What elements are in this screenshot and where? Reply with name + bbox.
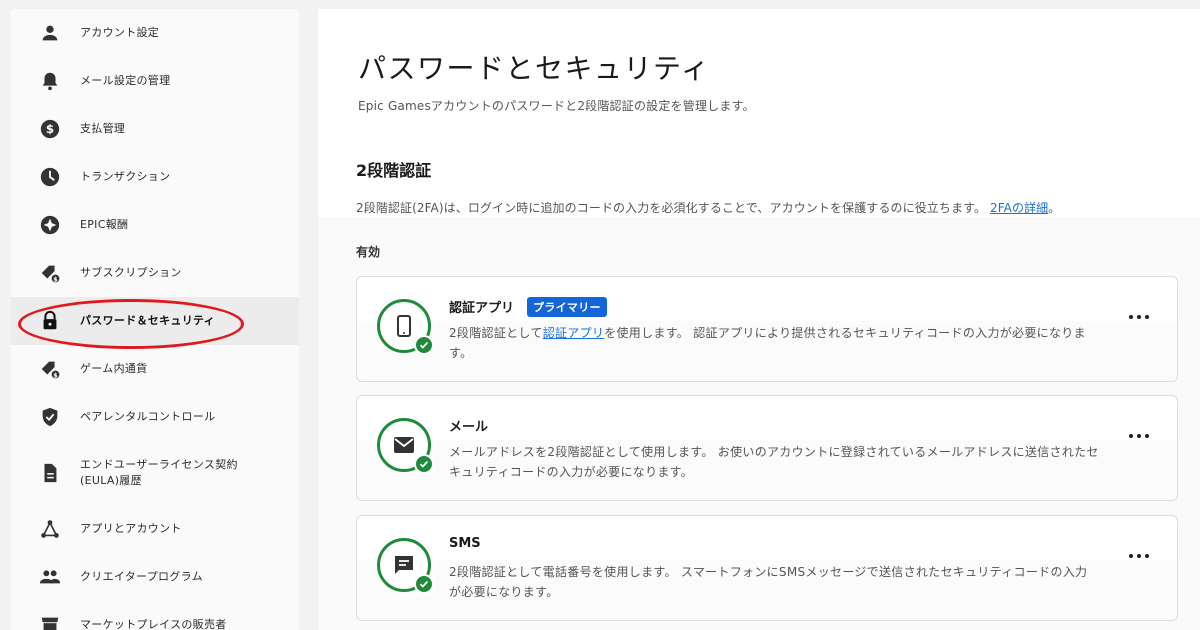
sidebar-item-marketplace-seller[interactable]: マーケットプレイスの販売者 (11, 601, 299, 630)
sidebar-item-apps-accounts[interactable]: アプリとアカウント (11, 505, 299, 553)
sidebar-item-label: EPIC報酬 (80, 218, 129, 231)
section-title-2fa: 2段階認証 (356, 161, 432, 180)
sidebar-item-account-settings[interactable]: アカウント設定 (11, 9, 299, 57)
svg-text:$: $ (53, 275, 58, 283)
sidebar-item-label: アプリとアカウント (80, 522, 182, 535)
card-title: メール (449, 420, 489, 435)
share-icon (39, 518, 61, 540)
lock-icon (39, 310, 61, 332)
sms-card: SMS 2段階認証として電話番号を使用します。 スマートフォンにSMSメッセージ… (356, 515, 1178, 621)
check-icon (414, 335, 434, 355)
check-icon (414, 574, 434, 594)
authenticator-app-card: 認証アプリ プライマリー 2段階認証として認証アプリを使用します。 認証アプリに… (356, 276, 1178, 382)
sidebar-item-subscriptions[interactable]: $ サブスクリプション (11, 249, 299, 297)
dollar-icon: $ (39, 118, 61, 140)
more-options-button[interactable] (1129, 550, 1149, 562)
sidebar-item-label: ペアレンタルコントロール (80, 410, 216, 423)
check-icon (414, 454, 434, 474)
sidebar-item-parental-controls[interactable]: ペアレンタルコントロール (11, 393, 299, 441)
svg-text:$: $ (46, 122, 54, 136)
store-icon (39, 614, 61, 630)
tag-icon: $ (39, 262, 61, 284)
svg-text:$: $ (53, 371, 58, 379)
sidebar-item-in-game-currency[interactable]: $ ゲーム内通貨 (11, 345, 299, 393)
learn-more-2fa-link[interactable]: 2FAの詳細 (990, 201, 1048, 215)
sidebar-item-label: ゲーム内通貨 (80, 362, 148, 375)
primary-badge: プライマリー (527, 297, 607, 317)
main-content: パスワードとセキュリティ Epic Gamesアカウントのパスワードと2段階認証… (318, 9, 1200, 630)
sidebar-item-label: トランザクション (80, 170, 171, 183)
person-icon (39, 22, 61, 44)
more-options-button[interactable] (1129, 311, 1149, 323)
sidebar-item-label: マーケットプレイスの販売者 (80, 618, 227, 630)
more-options-button[interactable] (1129, 430, 1149, 442)
authenticator-app-link[interactable]: 認証アプリ (543, 326, 605, 340)
message-icon (377, 538, 434, 594)
section-description-suffix: 。 (1048, 201, 1061, 215)
enabled-methods-label: 有効 (356, 245, 381, 259)
shield-icon (39, 406, 61, 428)
sidebar-item-label: サブスクリプション (80, 266, 182, 279)
document-icon (39, 462, 61, 484)
card-description: 2段階認証として認証アプリを使用します。 認証アプリにより提供されるセキュリティ… (449, 323, 1099, 363)
bell-icon (39, 70, 61, 92)
card-title: 認証アプリ (449, 301, 515, 316)
sidebar-item-epic-rewards[interactable]: EPIC報酬 (11, 201, 299, 249)
sidebar-item-label: エンドユーザーライセンス契約 (EULA)履歴 (80, 458, 238, 487)
email-card: メール メールアドレスを2段階認証として使用します。 お使いのアカウントに登録さ… (356, 395, 1178, 501)
clock-icon (39, 166, 61, 188)
sidebar-item-payment[interactable]: $ 支払管理 (11, 105, 299, 153)
section-description-text: 2段階認証(2FA)は、ログイン時に追加のコードの入力を必須化することで、アカウ… (356, 201, 987, 215)
page-subtitle: Epic Gamesアカウントのパスワードと2段階認証の設定を管理します。 (358, 99, 755, 113)
sidebar-item-email-settings[interactable]: メール設定の管理 (11, 57, 299, 105)
account-sidebar: アカウント設定 メール設定の管理 $ 支払管理 トランザクション EPIC報酬 … (11, 9, 299, 630)
card-description: 2段階認証として電話番号を使用します。 スマートフォンにSMSメッセージで送信さ… (449, 565, 1088, 599)
sidebar-item-label: パスワード＆セキュリティ (80, 314, 215, 327)
phone-icon (377, 299, 434, 355)
card-description: メールアドレスを2段階認証として使用します。 お使いのアカウントに登録されている… (449, 445, 1099, 479)
sidebar-item-eula-history[interactable]: エンドユーザーライセンス契約 (EULA)履歴 (11, 441, 299, 505)
card-description-text: 2段階認証として (449, 326, 543, 340)
tag-icon: $ (39, 358, 61, 380)
group-icon (39, 566, 61, 588)
sidebar-item-label: メール設定の管理 (80, 74, 171, 87)
sidebar-item-label: クリエイタープログラム (80, 570, 203, 583)
star-icon (39, 214, 61, 236)
sidebar-item-label: アカウント設定 (80, 26, 160, 39)
page-title: パスワードとセキュリティ (358, 52, 711, 85)
sidebar-item-creator-program[interactable]: クリエイタープログラム (11, 553, 299, 601)
sidebar-item-password-security[interactable]: パスワード＆セキュリティ (11, 297, 299, 345)
sidebar-item-label: 支払管理 (80, 122, 126, 135)
card-title: SMS (449, 536, 481, 551)
sidebar-item-transactions[interactable]: トランザクション (11, 153, 299, 201)
mail-icon (377, 418, 434, 474)
section-description-2fa: 2段階認証(2FA)は、ログイン時に追加のコードの入力を必須化することで、アカウ… (356, 199, 1060, 216)
